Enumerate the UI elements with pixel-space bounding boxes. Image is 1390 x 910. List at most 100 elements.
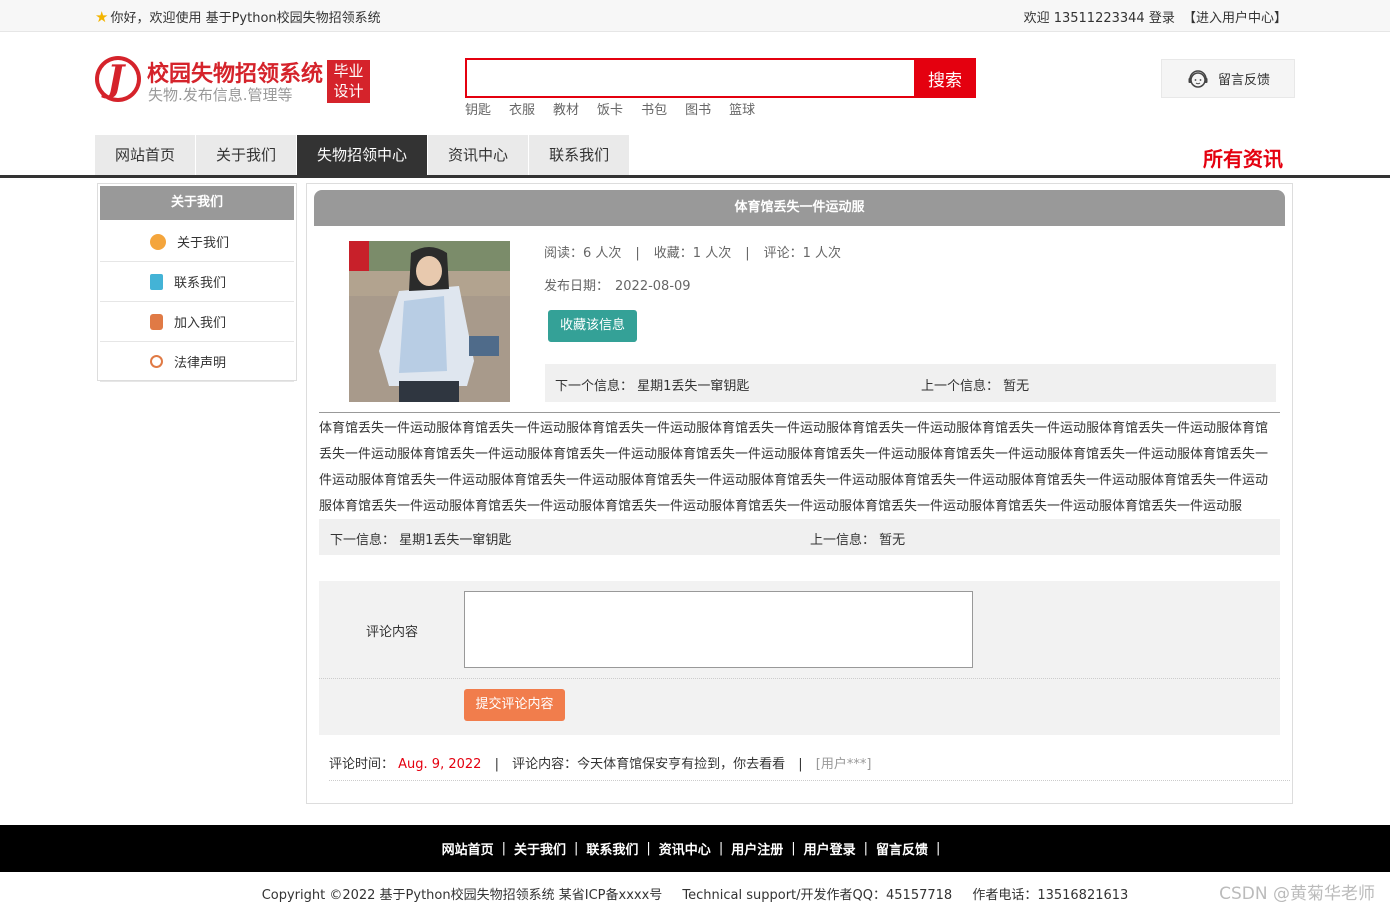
user-greeting: 欢迎 13511223344 登录	[1023, 11, 1175, 26]
prev-title: 暂无	[1003, 379, 1030, 394]
top-bar: ★ 你好，欢迎使用 基于Python校园失物招领系统 欢迎 1351122334…	[0, 0, 1390, 32]
copyright-bar: Copyright ©2022 基于Python校园失物招领系统 某省ICP备x…	[0, 884, 1390, 903]
footer-nav: 网站首页 | 关于我们 | 联系我们 | 资讯中心 | 用户注册 | 用户登录 | 留言反馈…	[0, 825, 1390, 872]
sidebar: 关于我们 关于我们 联系我们 加入我们 法律声明	[97, 183, 297, 382]
publish-date-value: 2022-08-09	[615, 279, 691, 294]
prev-label: 上一个信息：	[921, 379, 1000, 394]
support-text: Technical support/开发作者QQ：45157718	[682, 888, 953, 903]
site-logo[interactable]: J 校园失物招领系统 失物.发布信息.管理等 毕业 设计	[95, 56, 375, 108]
hotword-link[interactable]: 饭卡	[597, 99, 623, 118]
footer-link-contact[interactable]: 联系我们	[586, 839, 638, 858]
content-divider	[319, 412, 1280, 413]
hotword-link[interactable]: 图书	[685, 99, 711, 118]
sidebar-item-label: 关于我们	[177, 236, 230, 251]
clipboard-icon	[150, 273, 163, 290]
collect-button[interactable]: 收藏该信息	[548, 310, 637, 342]
article-body: 体育馆丢失一件运动服体育馆丢失一件运动服体育馆丢失一件运动服体育馆丢失一件运动服…	[319, 421, 1269, 514]
form-divider	[319, 678, 1280, 679]
badge-line-2: 设计	[333, 82, 364, 100]
next-title: 星期1丢失一窜钥匙	[637, 379, 750, 394]
sidebar-item-legal[interactable]: 法律声明	[100, 342, 294, 382]
search-button[interactable]: 搜索	[914, 58, 976, 98]
comment-textarea[interactable]	[464, 591, 973, 668]
sidebar-item-about[interactable]: 关于我们	[100, 222, 294, 262]
logo-subtitle: 失物.发布信息.管理等	[148, 86, 293, 104]
star-icon: ★	[95, 7, 109, 26]
publish-date: 发布日期： 2022-08-09	[544, 275, 691, 294]
footer-link-news[interactable]: 资讯中心	[659, 839, 711, 858]
sidebar-item-label: 法律声明	[174, 356, 227, 371]
phone-text: 作者电话：13516821613	[972, 888, 1129, 903]
article-title: 体育馆丢失一件运动服	[314, 190, 1285, 226]
next-title: 星期1丢失一窜钥匙	[399, 533, 512, 548]
hot-keywords: 钥匙 衣服 教材 饭卡 书包 图书 篮球	[465, 99, 755, 118]
user-center-link[interactable]: 【进入用户中心】	[1183, 11, 1287, 26]
item-photo[interactable]	[349, 241, 510, 402]
next-link[interactable]: 下一个信息： 星期1丢失一窜钥匙	[555, 375, 749, 394]
comment-label: 评论内容	[366, 625, 419, 640]
hotword-link[interactable]: 书包	[641, 99, 667, 118]
nav-item-contact[interactable]: 联系我们	[529, 135, 630, 175]
next-label: 下一信息：	[330, 533, 396, 548]
prev-link[interactable]: 上一个信息： 暂无	[921, 375, 1029, 394]
comment-form: 评论内容 提交评论内容	[319, 581, 1280, 735]
footer-link-home[interactable]: 网站首页	[442, 839, 494, 858]
user-status: 欢迎 13511223344 登录 【进入用户中心】	[1020, 7, 1287, 26]
footer-link-about[interactable]: 关于我们	[514, 839, 566, 858]
comment-content: 评论内容：今天体育馆保安亨有捡到，你去看看	[512, 757, 786, 772]
comment-time: Aug. 9, 2022	[398, 757, 482, 772]
hotword-link[interactable]: 衣服	[509, 99, 535, 118]
orange-circle-icon	[150, 233, 166, 250]
sidebar-title: 关于我们	[100, 186, 294, 220]
article-pagination-bottom: 下一信息： 星期1丢失一窜钥匙 上一信息： 暂无	[319, 519, 1280, 555]
welcome-text: 你好，欢迎使用 基于Python校园失物招领系统	[110, 11, 381, 26]
article-panel: 体育馆丢失一件运动服 阅读：6 人次 | 收藏：1 人次 | 评论：1 人次 发布日期：…	[306, 183, 1293, 804]
item-photo-image	[349, 241, 510, 402]
comment-time-label: 评论时间：	[329, 757, 395, 772]
watermark: CSDN @黄菊华老师	[1219, 884, 1375, 904]
comment-item: 评论时间： Aug. 9, 2022 | 评论内容：今天体育馆保安亨有捡到，你去…	[329, 757, 872, 772]
all-news-link[interactable]: 所有资讯	[1203, 143, 1283, 172]
hotword-link[interactable]: 钥匙	[465, 99, 491, 118]
sidebar-item-label: 联系我们	[174, 276, 227, 291]
next-label: 下一个信息：	[555, 379, 634, 394]
nav-item-lost-found[interactable]: 失物招领中心	[297, 135, 428, 175]
nav-divider	[0, 175, 1390, 178]
badge-line-1: 毕业	[333, 62, 364, 80]
comment-divider	[329, 780, 1290, 781]
nav-item-home[interactable]: 网站首页	[95, 135, 196, 175]
prev-link[interactable]: 上一信息： 暂无	[810, 529, 905, 548]
nav-item-news[interactable]: 资讯中心	[428, 135, 529, 175]
welcome-message: ★ 你好，欢迎使用 基于Python校园失物招领系统	[95, 7, 381, 27]
power-icon	[150, 355, 163, 368]
logo-badge: 毕业 设计	[327, 60, 370, 103]
logo-mark-letter: J	[107, 58, 125, 100]
feedback-label: 留言反馈	[1217, 73, 1270, 88]
main-nav: 网站首页 关于我们 失物招领中心 资讯中心 联系我们	[95, 135, 630, 175]
publish-date-label: 发布日期：	[544, 279, 610, 294]
copyright-text: Copyright ©2022 基于Python校园失物招领系统 某省ICP备x…	[261, 888, 663, 903]
comment-user: [用户***]	[815, 757, 872, 772]
customer-service-icon	[1188, 69, 1208, 88]
collect-count: 收藏：1 人次	[653, 246, 732, 261]
footer-link-login[interactable]: 用户登录	[804, 839, 856, 858]
comment-count: 评论：1 人次	[763, 246, 841, 261]
sidebar-item-contact[interactable]: 联系我们	[100, 262, 294, 302]
feedback-button[interactable]: 留言反馈	[1161, 59, 1295, 98]
read-count: 阅读：6 人次	[544, 246, 622, 261]
footer-link-feedback[interactable]: 留言反馈	[876, 839, 928, 858]
footer-link-register[interactable]: 用户注册	[731, 839, 783, 858]
prev-label: 上一信息：	[810, 533, 876, 548]
next-link[interactable]: 下一信息： 星期1丢失一窜钥匙	[330, 529, 511, 548]
hotword-link[interactable]: 篮球	[729, 99, 755, 118]
prev-title: 暂无	[879, 533, 906, 548]
article-pagination-top: 下一个信息： 星期1丢失一窜钥匙 上一个信息： 暂无	[545, 364, 1276, 402]
nav-item-about[interactable]: 关于我们	[196, 135, 297, 175]
search-bar: 搜索	[465, 58, 976, 98]
search-input[interactable]	[467, 60, 914, 96]
submit-comment-button[interactable]: 提交评论内容	[464, 689, 565, 721]
sidebar-item-label: 加入我们	[174, 316, 227, 331]
sidebar-item-join[interactable]: 加入我们	[100, 302, 294, 342]
lock-icon	[150, 313, 163, 330]
hotword-link[interactable]: 教材	[553, 99, 579, 118]
